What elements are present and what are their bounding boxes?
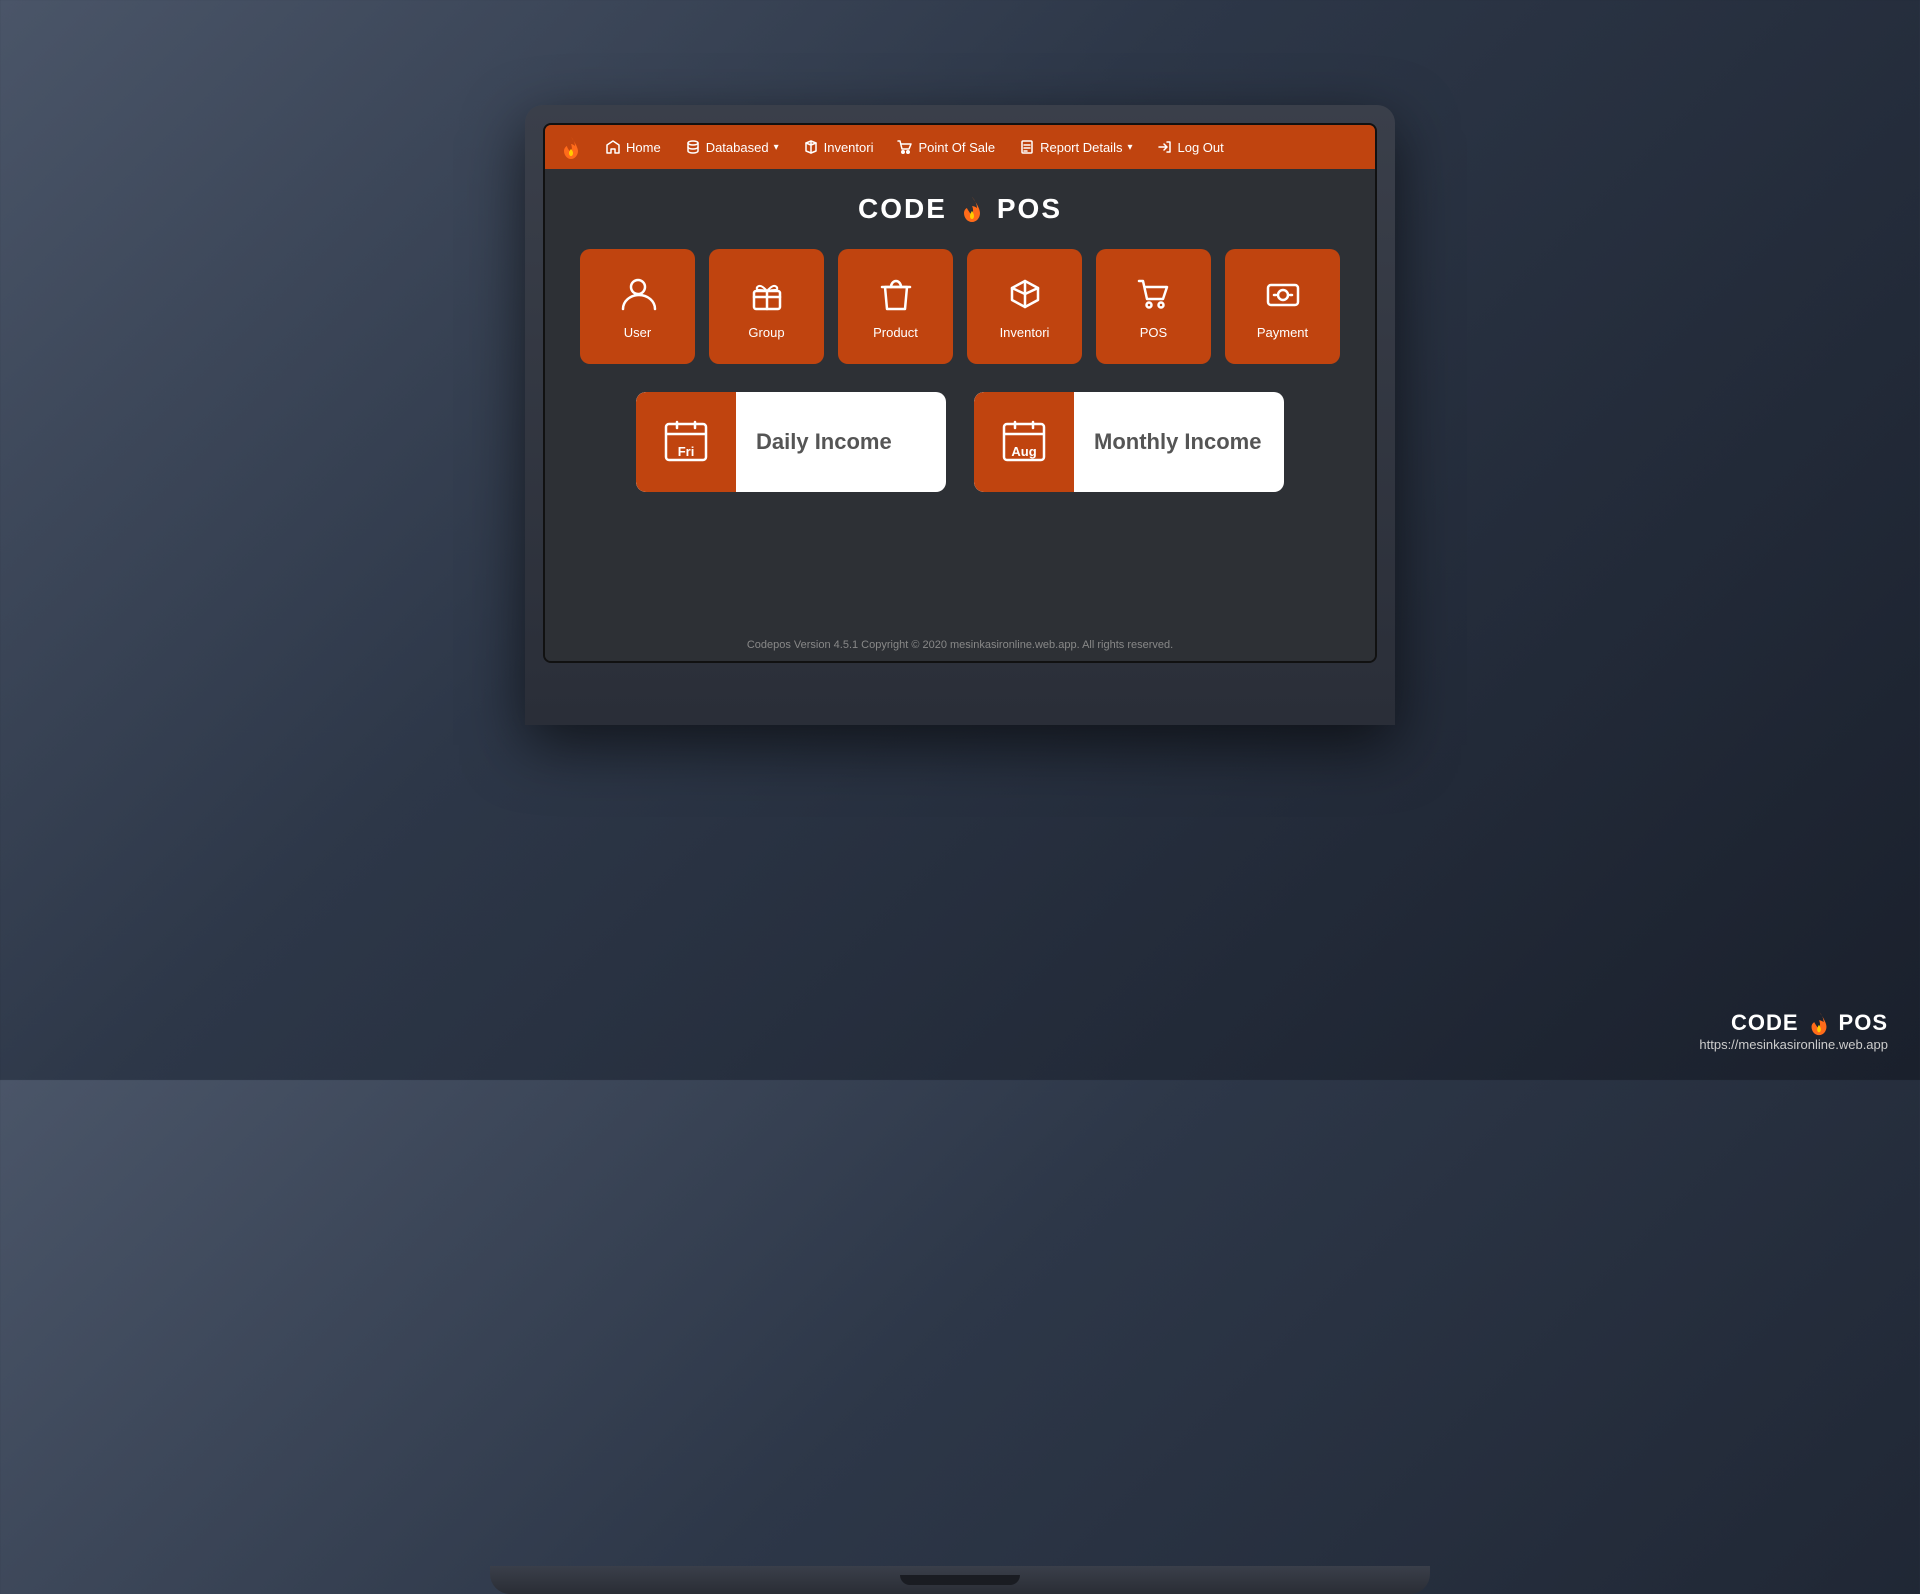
nav-databased-label: Databased [706,140,769,155]
product-icon [875,273,917,315]
calendar-aug-icon: Aug [996,414,1052,470]
laptop-frame: Home Databased ▾ Invent [525,105,1395,725]
icon-grid: User Group [580,249,1340,364]
nav-pos[interactable]: Point Of Sale [887,135,1005,159]
user-label: User [624,325,651,340]
payment-label: Payment [1257,325,1308,340]
product-card[interactable]: Product [838,249,953,364]
daily-income-card[interactable]: Fri Daily Income [636,392,946,492]
nav-databased[interactable]: Databased ▾ [675,135,789,159]
monthly-income-icon: Aug [974,392,1074,492]
nav-inventori[interactable]: Inventori [793,135,884,159]
app-title: CODE POS [858,193,1062,225]
svg-text:Aug: Aug [1011,444,1036,459]
brand-logo-icon [557,133,585,161]
inventori-label: Inventori [1000,325,1050,340]
laptop-notch [900,1575,1020,1585]
databased-dropdown-icon: ▾ [774,142,779,153]
screen-bezel: Home Databased ▾ Invent [543,123,1377,663]
pos-icon [1133,273,1175,315]
main-content: CODE POS User [545,169,1375,661]
nav-logout-label: Log Out [1178,140,1224,155]
app-flame-icon [957,194,987,224]
watermark-url: https://mesinkasironline.web.app [1699,1037,1888,1052]
nav-report[interactable]: Report Details ▾ [1009,135,1142,159]
monthly-income-label: Monthly Income [1074,429,1281,455]
watermark: CODE POS https://mesinkasironline.web.ap… [1699,1009,1888,1052]
daily-income-icon: Fri [636,392,736,492]
report-icon [1019,139,1035,155]
database-icon [685,139,701,155]
watermark-title-left: CODE [1731,1010,1799,1036]
nav-report-label: Report Details [1040,140,1122,155]
cart-icon-nav [897,139,913,155]
payment-card[interactable]: Payment [1225,249,1340,364]
laptop-base [490,1566,1430,1594]
svg-text:Fri: Fri [678,444,695,459]
income-row: Fri Daily Income [636,392,1284,492]
nav-inventori-label: Inventori [824,140,874,155]
group-card[interactable]: Group [709,249,824,364]
calendar-fri-icon: Fri [658,414,714,470]
navbar: Home Databased ▾ Invent [545,125,1375,169]
nav-home[interactable]: Home [595,135,671,159]
footer-text: Codepos Version 4.5.1 Copyright © 2020 m… [747,639,1173,651]
footer: Codepos Version 4.5.1 Copyright © 2020 m… [737,629,1183,661]
report-dropdown-icon: ▾ [1127,142,1132,153]
home-icon [605,139,621,155]
pos-label: POS [1140,325,1167,340]
inventori-card[interactable]: Inventori [967,249,1082,364]
inventori-icon [1004,273,1046,315]
user-icon [617,273,659,315]
watermark-title-right: POS [1839,1010,1888,1036]
monthly-income-card[interactable]: Aug Monthly Income [974,392,1284,492]
group-label: Group [748,325,784,340]
watermark-flame-icon [1805,1009,1833,1037]
app-container: Home Databased ▾ Invent [545,125,1375,661]
product-label: Product [873,325,918,340]
nav-home-label: Home [626,140,661,155]
app-title-right: POS [997,193,1062,225]
box-icon-nav [803,139,819,155]
logout-icon [1157,139,1173,155]
daily-income-label: Daily Income [736,429,912,455]
watermark-title: CODE POS [1731,1009,1888,1037]
nav-pos-label: Point Of Sale [918,140,995,155]
nav-logout[interactable]: Log Out [1147,135,1234,159]
payment-icon [1262,273,1304,315]
pos-card[interactable]: POS [1096,249,1211,364]
group-icon [746,273,788,315]
user-card[interactable]: User [580,249,695,364]
app-title-left: CODE [858,193,947,225]
